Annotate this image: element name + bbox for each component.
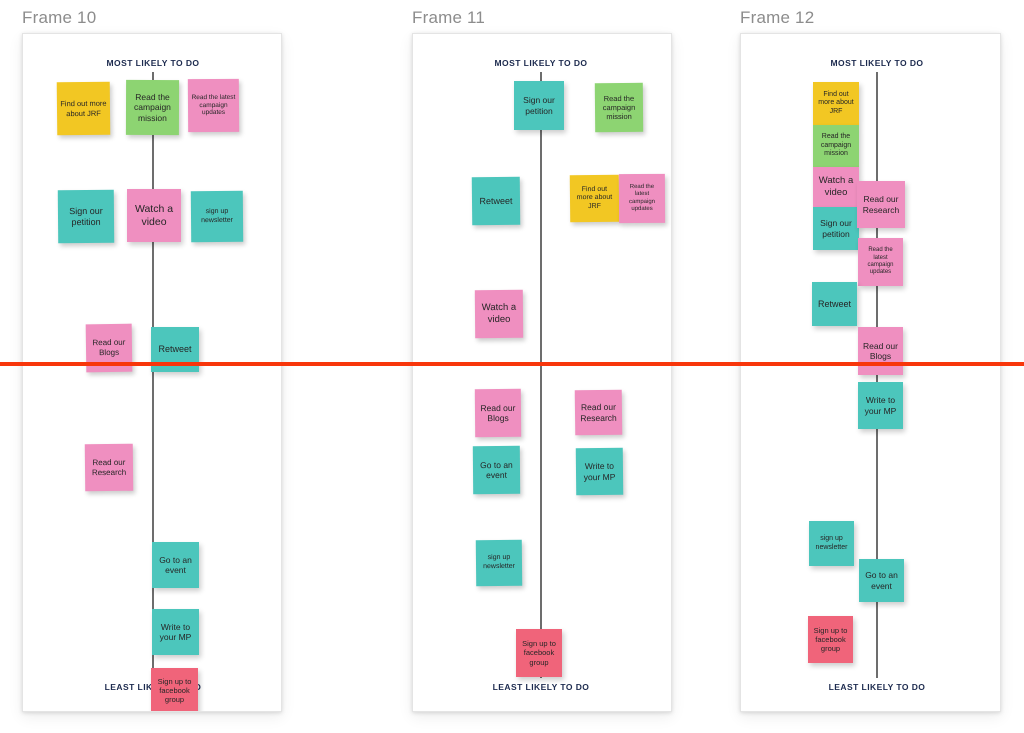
note-find-out-more-about-jrf-label: Find out more about JRF (60, 99, 107, 118)
note-sign-our-petition[interactable]: Sign our petition (57, 189, 115, 244)
frame-10-title[interactable]: Frame 10 (22, 8, 96, 28)
note-sign-up-newsletter-label: sign up newsletter (483, 554, 516, 571)
note-write-to-your-mp-label: Write to your MP (583, 460, 616, 482)
note-go-to-an-event[interactable]: Go to an event (472, 445, 521, 495)
note-sign-our-petition-label: Sign our petition (820, 218, 852, 239)
note-watch-a-video-label: Watch a video (818, 175, 854, 198)
note-go-to-an-event-label: Go to an event (480, 459, 513, 481)
note-sign-up-to-facebook-group-label: Sign up to facebook group (813, 625, 848, 654)
note-read-the-latest-campaign-updates-label: Read the latest campaign updates (191, 93, 236, 117)
note-sign-our-petition[interactable]: Sign our petition (514, 81, 564, 130)
note-read-the-campaign-mission-label: Read the campaign mission (602, 93, 636, 122)
note-sign-up-to-facebook-group[interactable]: Sign up to facebook group (808, 616, 853, 663)
frame-12-board: MOST LIKELY TO DO LEAST LIKELY TO DO Find … (740, 33, 1001, 712)
note-sign-up-newsletter[interactable]: sign up newsletter (190, 190, 244, 243)
note-write-to-your-mp[interactable]: Write to your MP (858, 382, 903, 429)
frame-10[interactable]: Frame 10 MOST LIKELY TO DOLEAST LIKELY TO… (20, 0, 282, 716)
frame-11-board: MOST LIKELY TO DO LEAST LIKELY TO DO Sign … (412, 33, 672, 712)
note-go-to-an-event-label: Go to an event (865, 570, 898, 591)
note-find-out-more-about-jrf[interactable]: Find out more about JRF (813, 82, 859, 125)
note-retweet[interactable]: Retweet (812, 282, 857, 326)
frame-11-least-likely-label: LEAST LIKELY TO DO (492, 682, 590, 692)
note-sign-up-to-facebook-group[interactable]: Sign up to facebook group (516, 629, 562, 677)
note-retweet-label: Retweet (479, 195, 513, 206)
note-retweet[interactable]: Retweet (471, 176, 521, 226)
note-retweet-label: Retweet (817, 298, 852, 309)
note-read-our-blogs-label: Read our Blogs (92, 338, 126, 358)
frame-11-most-likely-label: MOST LIKELY TO DO (494, 58, 588, 68)
note-sign-our-petition-label: Sign our petition (523, 95, 555, 116)
note-read-the-latest-campaign-updates-label: Read the latest campaign updates (867, 247, 894, 276)
note-read-our-blogs-label: Read our Blogs (863, 340, 898, 361)
note-sign-our-petition[interactable]: Sign our petition (813, 207, 859, 250)
note-read-our-blogs[interactable]: Read our Blogs (858, 327, 903, 375)
note-sign-up-newsletter-label: sign up newsletter (815, 534, 848, 551)
note-sign-up-newsletter-label: sign up newsletter (201, 207, 234, 224)
frame-11-title[interactable]: Frame 11 (412, 8, 485, 28)
note-read-the-latest-campaign-updates[interactable]: Read the latest campaign updates (618, 173, 666, 224)
note-sign-up-newsletter[interactable]: sign up newsletter (809, 521, 854, 566)
note-sign-up-to-facebook-group-label: Sign up to facebook group (157, 676, 192, 705)
note-watch-a-video[interactable]: Watch a video (813, 167, 859, 207)
note-sign-up-newsletter[interactable]: sign up newsletter (475, 539, 523, 587)
note-read-the-latest-campaign-updates[interactable]: Read the latest campaign updates (187, 78, 240, 133)
frame-12-least-likely-label: LEAST LIKELY TO DO (828, 682, 926, 692)
frame-11-priority-axis (540, 72, 542, 678)
note-read-our-blogs-label: Read our Blogs (480, 402, 516, 424)
note-find-out-more-about-jrf-label: Find out more about JRF (818, 90, 854, 115)
frame-12-most-likely-label: MOST LIKELY TO DO (830, 58, 924, 68)
note-read-the-campaign-mission-label: Read the campaign mission (820, 133, 852, 158)
note-go-to-an-event[interactable]: Go to an event (152, 542, 199, 588)
note-retweet-label: Retweet (158, 344, 192, 355)
frame-12-title[interactable]: Frame 12 (740, 8, 814, 28)
note-sign-our-petition-label: Sign our petition (69, 205, 103, 227)
note-watch-a-video[interactable]: Watch a video (474, 289, 524, 339)
note-watch-a-video-label: Watch a video (134, 202, 174, 228)
note-write-to-your-mp-label: Write to your MP (159, 621, 192, 642)
note-read-the-latest-campaign-updates-label: Read the latest campaign updates (628, 183, 656, 212)
note-read-our-research[interactable]: Read our Research (84, 443, 134, 492)
frame-10-board: MOST LIKELY TO DOLEAST LIKELY TO DOFind … (22, 33, 282, 712)
note-watch-a-video-label: Watch a video (481, 302, 517, 326)
note-read-the-campaign-mission-label: Read the campaign mission (134, 91, 171, 123)
note-write-to-your-mp[interactable]: Write to your MP (575, 447, 624, 496)
note-read-the-campaign-mission[interactable]: Read the campaign mission (813, 125, 859, 167)
note-read-our-research-label: Read our Research (91, 457, 127, 477)
note-find-out-more-about-jrf[interactable]: Find out more about JRF (569, 174, 620, 223)
note-sign-up-to-facebook-group[interactable]: Sign up to facebook group (151, 668, 198, 711)
note-write-to-your-mp[interactable]: Write to your MP (152, 609, 199, 655)
note-read-the-campaign-mission[interactable]: Read the campaign mission (594, 82, 644, 133)
note-read-the-campaign-mission[interactable]: Read the campaign mission (125, 79, 180, 136)
note-sign-up-to-facebook-group-label: Sign up to facebook group (522, 639, 556, 667)
note-read-the-latest-campaign-updates[interactable]: Read the latest campaign updates (858, 238, 903, 286)
note-read-our-blogs[interactable]: Read our Blogs (474, 388, 522, 438)
note-find-out-more-about-jrf-label: Find out more about JRF (576, 185, 613, 210)
board-canvas: Frame 10 MOST LIKELY TO DO LEAST LIKELY TO… (0, 0, 1024, 733)
note-go-to-an-event-label: Go to an event (159, 554, 192, 575)
note-go-to-an-event[interactable]: Go to an event (859, 559, 904, 602)
note-read-our-research-label: Read our Research (580, 401, 617, 423)
note-write-to-your-mp-label: Write to your MP (864, 395, 897, 416)
frame-10-most-likely-label: MOST LIKELY TO DO (106, 58, 200, 68)
horizontal-red-divider (0, 362, 1024, 366)
frame-12[interactable]: Frame 12 MOST LIKELY TO DO LEAST LIKELY TO… (738, 0, 1001, 716)
note-read-our-research[interactable]: Read our Research (857, 181, 905, 228)
note-read-our-research[interactable]: Read our Research (574, 389, 623, 436)
note-find-out-more-about-jrf[interactable]: Find out more about JRF (56, 81, 111, 136)
note-read-our-research-label: Read our Research (862, 194, 900, 215)
frame-11[interactable]: Frame 11 MOST LIKELY TO DO LEAST LIKELY TO… (410, 0, 672, 716)
note-watch-a-video[interactable]: Watch a video (127, 189, 181, 242)
